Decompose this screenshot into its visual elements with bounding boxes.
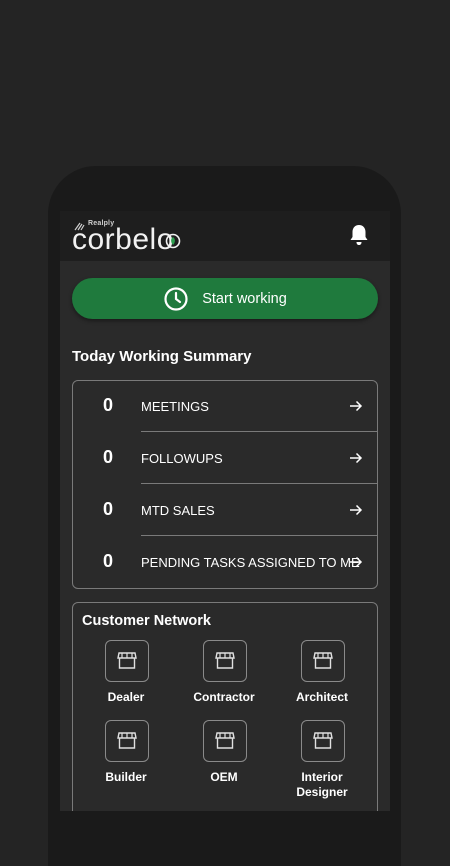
followups-label: FOLLOWUPS — [141, 451, 223, 466]
store-icon — [313, 732, 333, 749]
arrow-right-icon — [350, 504, 363, 516]
mtd-sales-label: MTD SALES — [141, 503, 215, 518]
start-working-label: Start working — [202, 290, 287, 307]
store-icon-box — [301, 720, 345, 762]
row-divider — [141, 535, 377, 536]
mtd-sales-count: 0 — [102, 499, 113, 519]
oem-label: OEM — [210, 770, 238, 784]
store-icon-box — [203, 720, 247, 762]
arrow-right-icon — [350, 400, 363, 412]
row-divider — [141, 483, 377, 484]
clock-icon — [164, 286, 188, 311]
working-summary-card: 0 MEETINGS 0 FOLLOWUPS 0 MTD SALES 0 PEN… — [72, 380, 378, 589]
summary-row-mtd-sales[interactable]: 0 MTD SALES — [73, 485, 377, 536]
store-icon — [215, 652, 235, 669]
store-icon-box — [301, 640, 345, 682]
interior-designer-label: Interior Designer — [296, 770, 348, 799]
store-icon — [117, 652, 137, 669]
architect-label: Architect — [295, 690, 348, 704]
pending-tasks-label: PENDING TASKS ASSIGNED TO ME — [141, 555, 360, 570]
meetings-count: 0 — [102, 395, 113, 415]
followups-count: 0 — [102, 447, 113, 467]
logo-brand-name: corbelo — [72, 223, 174, 256]
summary-title: Today Working Summary — [72, 348, 252, 365]
row-divider — [141, 431, 377, 432]
contractor-label: Contractor — [193, 690, 255, 704]
summary-row-meetings[interactable]: 0 MEETINGS — [73, 381, 377, 432]
corbelo-logo: Realply corbelo — [72, 219, 192, 255]
store-icon — [313, 652, 333, 669]
meetings-label: MEETINGS — [141, 399, 209, 414]
leaf-icon — [165, 233, 181, 249]
bell-icon[interactable] — [348, 223, 370, 247]
summary-row-pending-tasks[interactable]: 0 PENDING TASKS ASSIGNED TO ME — [73, 537, 377, 588]
summary-row-followups[interactable]: 0 FOLLOWUPS — [73, 433, 377, 484]
customer-network-card: Customer Network Dealer Contractor Archi… — [72, 602, 378, 811]
arrow-right-icon — [350, 556, 363, 568]
arrow-right-icon — [350, 452, 363, 464]
store-icon-box — [105, 640, 149, 682]
store-icon-box — [203, 640, 247, 682]
store-icon — [117, 732, 137, 749]
store-icon — [215, 732, 235, 749]
dealer-label: Dealer — [107, 690, 145, 704]
builder-label: Builder — [105, 770, 147, 784]
start-working-button[interactable]: Start working — [72, 278, 378, 319]
store-icon-box — [105, 720, 149, 762]
app-screen: Realply corbelo Start working Today Work… — [60, 211, 390, 811]
app-bar: Realply corbelo — [60, 211, 390, 261]
customer-network-title: Customer Network — [82, 613, 211, 629]
pending-tasks-count: 0 — [102, 551, 113, 571]
